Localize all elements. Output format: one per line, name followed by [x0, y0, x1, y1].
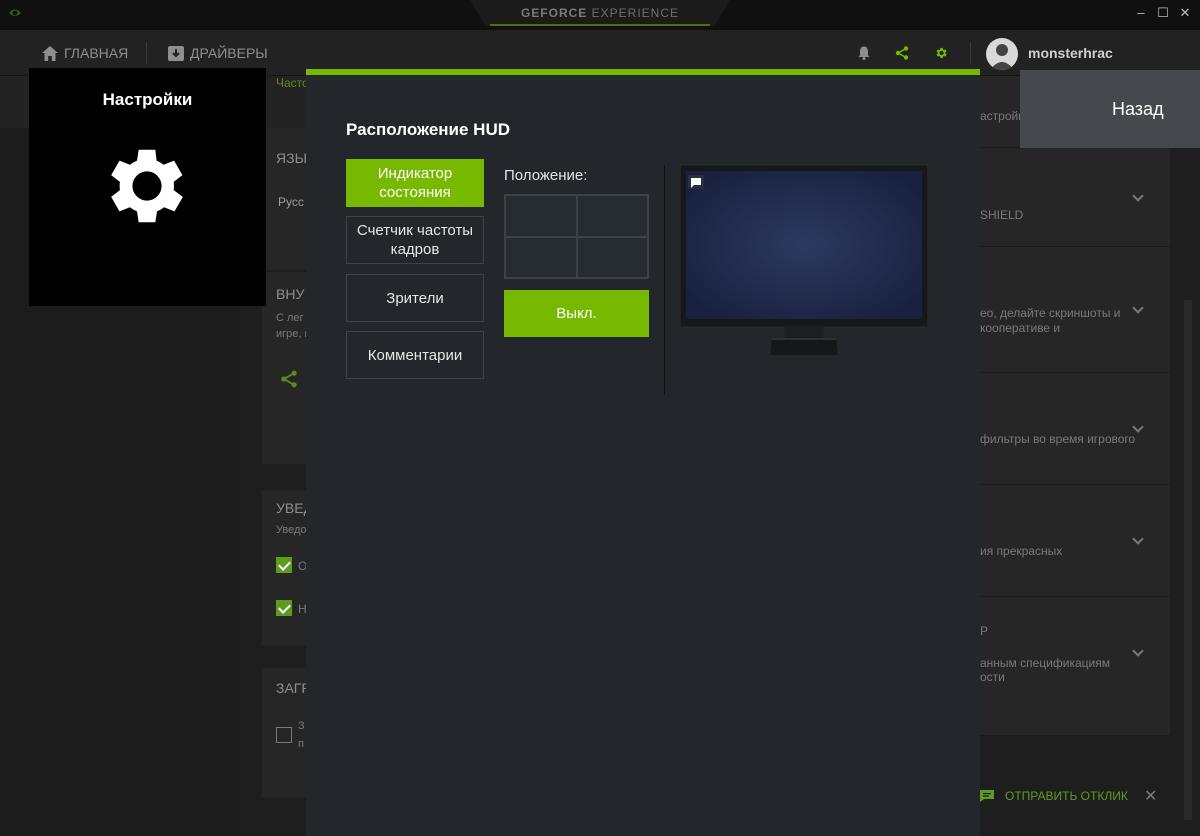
position-label: Положение: [504, 167, 588, 184]
notification-checkbox-1[interactable] [276, 557, 292, 573]
modal-title: Расположение HUD [346, 120, 510, 139]
gear-icon[interactable] [934, 46, 948, 60]
scrollbar[interactable] [1184, 300, 1192, 820]
position-bottom-left[interactable] [505, 236, 577, 278]
language-value[interactable]: Русс [278, 195, 304, 209]
title-bar: GEFORCE EXPERIENCE – ☐ ✕ [0, 0, 1200, 30]
drivers-icon [168, 46, 184, 61]
right-row-shield-text: SHIELD [980, 208, 1024, 222]
app-brand: GEFORCE EXPERIENCE [520, 6, 680, 20]
nav-divider [146, 42, 147, 64]
option-status-indicator[interactable]: Индикатор состояния [346, 159, 484, 207]
right-row-share-text-1: ео, делайте скриншоты и [980, 306, 1121, 320]
right-row-specs-text-2: ости [980, 670, 1005, 684]
notification-checkbox-2[interactable] [276, 600, 292, 616]
language-heading: ЯЗЫ [276, 150, 307, 166]
nav-drivers-label: ДРАЙВЕРЫ [190, 45, 268, 61]
right-row-specs-text-1: анным спецификациям [980, 656, 1110, 670]
home-icon [42, 46, 58, 61]
option-comments[interactable]: Комментарии [346, 331, 484, 379]
position-bottom-right[interactable] [576, 236, 648, 278]
download-checkbox[interactable] [276, 727, 292, 743]
username[interactable]: monsterhrac [1028, 45, 1113, 61]
nav-home[interactable]: ГЛАВНАЯ [42, 44, 128, 64]
settings-title: Настройки [102, 90, 193, 109]
off-button[interactable]: Выкл. [504, 290, 649, 337]
overlay-heading: ВНУ [276, 286, 305, 302]
nav-divider-right [970, 42, 971, 64]
send-feedback-link[interactable]: ОТПРАВИТЬ ОТКЛИК [1005, 789, 1128, 803]
overlay-desc-1: С лег [276, 312, 304, 324]
user-silhouette-icon [990, 44, 1014, 70]
overlay-share-icon[interactable] [280, 370, 298, 388]
nav-home-label: ГЛАВНАЯ [64, 45, 129, 61]
vertical-divider [664, 165, 665, 395]
position-top-right[interactable] [576, 195, 648, 237]
nvidia-logo-icon [9, 9, 21, 16]
right-row-specs-text-0: P [980, 624, 989, 638]
feedback-close-button[interactable]: ✕ [1144, 786, 1157, 806]
nav-drivers[interactable]: ДРАЙВЕРЫ [168, 44, 268, 64]
minimize-button[interactable]: – [1134, 5, 1148, 21]
feedback-icon[interactable] [979, 789, 995, 803]
share-icon[interactable] [895, 46, 909, 60]
notifications-desc: Уведо [276, 524, 307, 536]
maximize-button[interactable]: ☐ [1156, 5, 1170, 21]
download-desc-2: п [298, 738, 304, 750]
option-viewers[interactable]: Зрители [346, 274, 484, 322]
position-top-left[interactable] [505, 195, 577, 237]
hud-layout-modal: Расположение HUD Индикатор состояния Сче… [306, 69, 980, 836]
back-button[interactable]: Назад [1020, 70, 1200, 148]
close-button[interactable]: ✕ [1178, 5, 1192, 21]
avatar[interactable] [986, 38, 1018, 70]
settings-gear-icon [111, 149, 183, 223]
monitor-preview [680, 164, 928, 355]
settings-panel: Настройки [29, 68, 266, 306]
position-grid [504, 194, 649, 279]
download-desc-1: З [298, 720, 305, 732]
right-row-share-text-2: кооперативе и [980, 321, 1061, 335]
option-fps-counter[interactable]: Счетчик частоты кадров [346, 216, 484, 264]
bell-icon[interactable] [857, 46, 871, 60]
bg-top-link[interactable]: Часто [276, 76, 309, 90]
right-row-ansel-text: ия прекрасных [980, 544, 1063, 558]
brand-underline [490, 24, 710, 26]
right-row-filters-text: фильтры во время игрового [980, 432, 1136, 446]
geforce-experience-window: GEFORCE EXPERIENCE – ☐ ✕ ГЛАВНАЯ ДРАЙВЕР… [0, 0, 1200, 836]
